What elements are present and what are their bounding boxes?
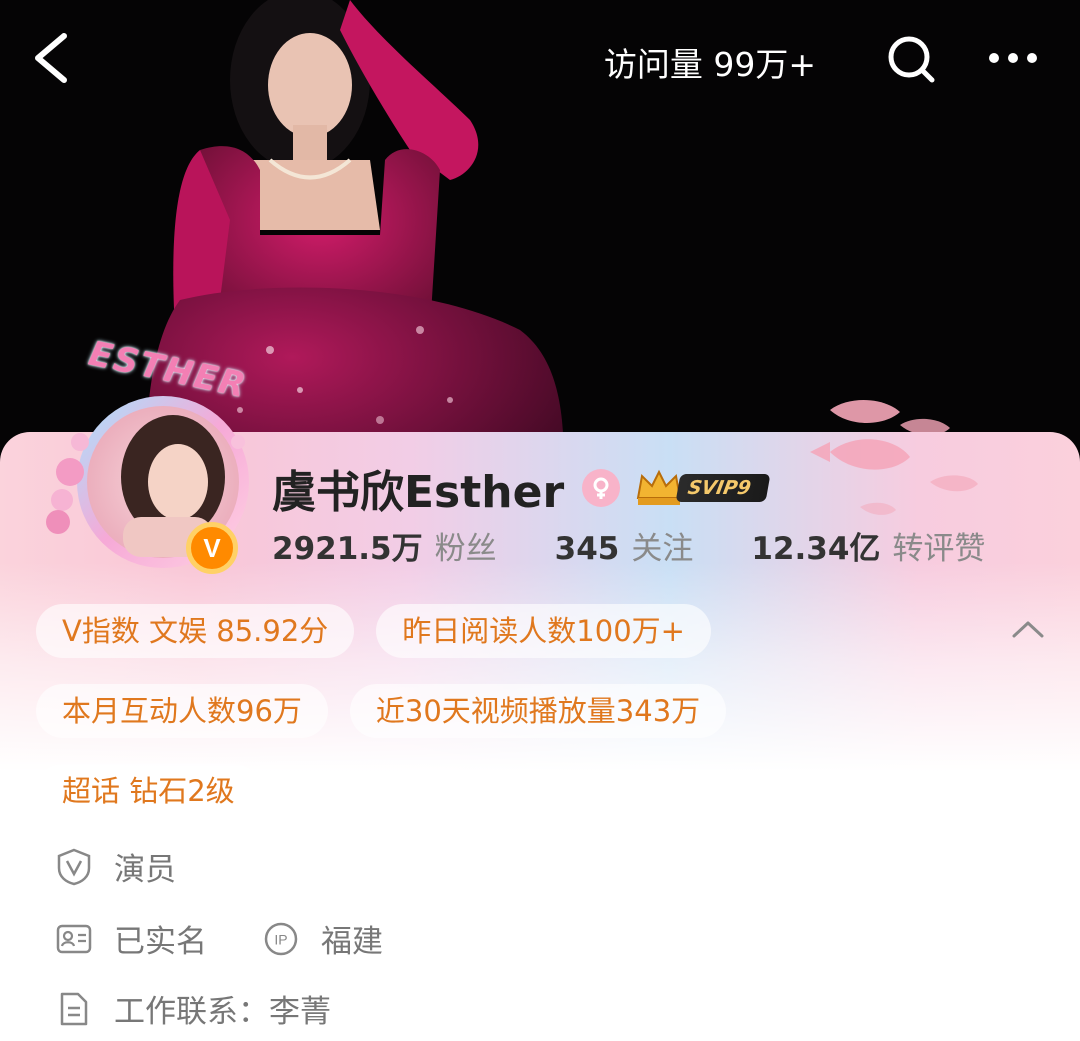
stat-label: 转评赞 <box>892 530 986 567</box>
stat-value: 345 <box>554 530 620 567</box>
svip-badge[interactable]: SVIP9 <box>634 468 776 508</box>
work-contact-row: 工作联系：李菁 <box>56 986 331 1031</box>
tag-row: V指数 文娱 85.92分 昨日阅读人数100万+ <box>36 604 976 658</box>
collapse-button[interactable] <box>1008 614 1048 644</box>
stat-label: 粉丝 <box>434 530 497 567</box>
tag-monthly-interactions[interactable]: 本月互动人数96万 <box>36 684 328 738</box>
tag-list: V指数 文娱 85.92分 昨日阅读人数100万+ 本月互动人数96万 近30天… <box>36 604 976 844</box>
verified-v-icon: V <box>203 532 221 563</box>
real-name-item: 已实名 <box>56 916 207 961</box>
real-name-text: 已实名 <box>114 924 207 960</box>
ip-location-text: 福建 <box>321 924 383 960</box>
work-contact-text[interactable]: 工作联系：李菁 <box>114 986 331 1031</box>
id-card-icon <box>56 920 92 958</box>
tag-row: 本月互动人数96万 近30天视频播放量343万 <box>36 684 976 738</box>
tag-row: 超话 钻石2级 <box>36 764 976 818</box>
more-options-button[interactable] <box>984 40 1044 76</box>
identity-row: 已实名 IP 福建 <box>56 916 383 961</box>
svg-text:IP: IP <box>274 931 287 947</box>
followers-stat[interactable]: 2921.5万 粉丝 <box>272 523 497 568</box>
ip-icon: IP <box>263 920 299 958</box>
stat-value: 2921.5万 <box>272 530 423 567</box>
ip-location-item: IP 福建 <box>263 916 383 961</box>
tag-v-index[interactable]: V指数 文娱 85.92分 <box>36 604 355 658</box>
search-icon <box>888 36 935 83</box>
name-row: 虞书欣Esther SVIP9 <box>272 458 776 518</box>
stat-value: 12.34亿 <box>751 530 881 567</box>
stats-row: 2921.5万 粉丝 345 关注 12.34亿 转评赞 <box>272 522 985 568</box>
visit-count-label: 访问量 <box>603 45 703 84</box>
chevron-left-icon <box>35 33 67 83</box>
document-icon <box>56 990 92 1028</box>
following-stat[interactable]: 345 关注 <box>555 523 694 568</box>
user-name: 虞书欣Esther <box>272 467 565 518</box>
top-nav-bar: 访问量 99万+ <box>0 0 1080 120</box>
occupation-text: 演员 <box>114 852 176 888</box>
more-dots-icon <box>989 53 1037 63</box>
occupation-row: 演员 <box>56 844 176 889</box>
tag-super-topic[interactable]: 超话 钻石2级 <box>36 764 261 818</box>
avatar[interactable]: ESTHER V <box>28 332 258 574</box>
back-button[interactable] <box>28 28 84 88</box>
interactions-stat[interactable]: 12.34亿 转评赞 <box>751 523 985 568</box>
tag-yesterday-readers[interactable]: 昨日阅读人数100万+ <box>376 604 711 658</box>
visit-count: 访问量 99万+ <box>604 38 816 86</box>
gender-female-icon <box>582 469 621 507</box>
svip-level: SVIP9 <box>675 474 771 502</box>
chevron-up-icon <box>1012 621 1044 638</box>
crown-icon <box>636 469 682 505</box>
stat-label: 关注 <box>631 530 694 567</box>
profile-page: 访问量 99万+ ESTHER V 虞书欣Esther SVIP9 2921.5… <box>0 0 1080 1041</box>
tag-video-plays[interactable]: 近30天视频播放量343万 <box>349 684 727 738</box>
verified-shield-icon <box>56 848 92 886</box>
verified-badge[interactable]: V <box>186 522 238 574</box>
visit-count-value: 99万+ <box>713 45 816 84</box>
search-button[interactable] <box>884 32 938 86</box>
